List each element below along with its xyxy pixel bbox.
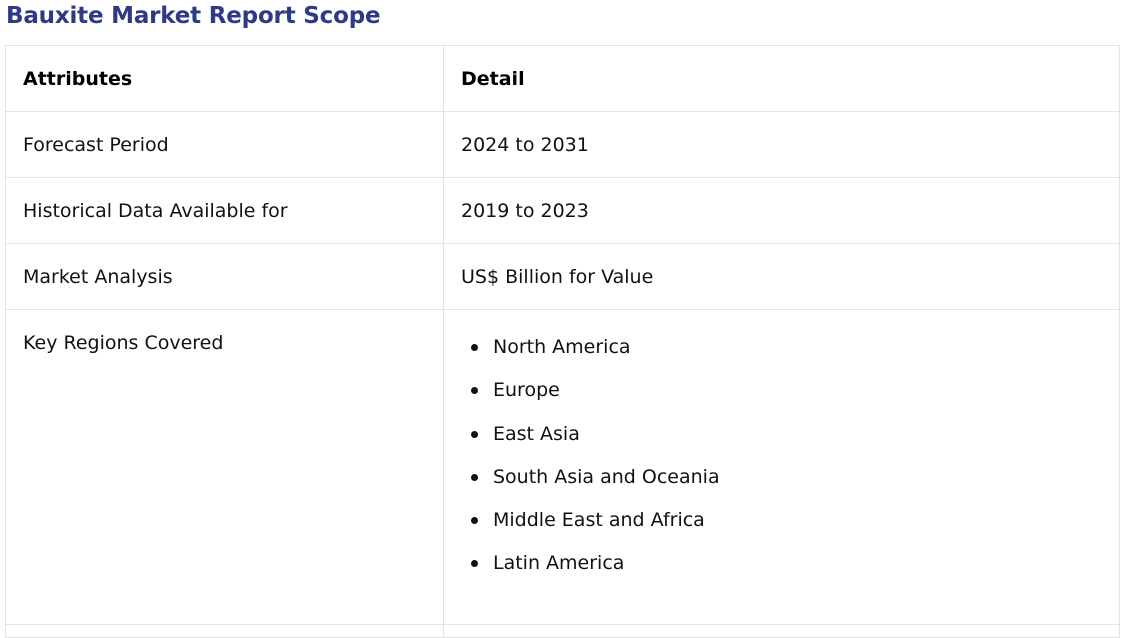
header-attributes: Attributes [5, 45, 444, 112]
detail-cell: US$ Billion for Value [443, 243, 1120, 310]
regions-list: North America Europe East Asia South Asi… [461, 337, 1102, 597]
region-item-europe: Europe [471, 380, 1102, 423]
report-scope-table: Attributes Detail Forecast Period 2024 t… [5, 45, 1120, 638]
attribute-cell: Key Regions Covered [5, 309, 444, 625]
cutoff-cell [5, 624, 444, 638]
cutoff-cell [443, 624, 1120, 638]
regions-detail-cell: North America Europe East Asia South Asi… [443, 309, 1120, 625]
region-item-north-america: North America [471, 337, 1102, 380]
table-row: Market Analysis US$ Billion for Value [5, 243, 1120, 310]
page-title: Bauxite Market Report Scope [6, 3, 381, 29]
detail-cell: 2024 to 2031 [443, 111, 1120, 178]
attribute-cell: Market Analysis [5, 243, 444, 310]
table-header-row: Attributes Detail [5, 45, 1120, 112]
table-row-cutoff [5, 624, 1120, 638]
attribute-cell: Forecast Period [5, 111, 444, 178]
table-row-key-regions: Key Regions Covered North America Europe… [5, 309, 1120, 625]
detail-cell: 2019 to 2023 [443, 177, 1120, 244]
region-item-middle-east-africa: Middle East and Africa [471, 510, 1102, 553]
table-row: Forecast Period 2024 to 2031 [5, 111, 1120, 178]
table-row: Historical Data Available for 2019 to 20… [5, 177, 1120, 244]
region-item-east-asia: East Asia [471, 424, 1102, 467]
header-detail: Detail [443, 45, 1120, 112]
region-item-latin-america: Latin America [471, 553, 1102, 596]
region-item-south-asia-oceania: South Asia and Oceania [471, 467, 1102, 510]
attribute-cell: Historical Data Available for [5, 177, 444, 244]
